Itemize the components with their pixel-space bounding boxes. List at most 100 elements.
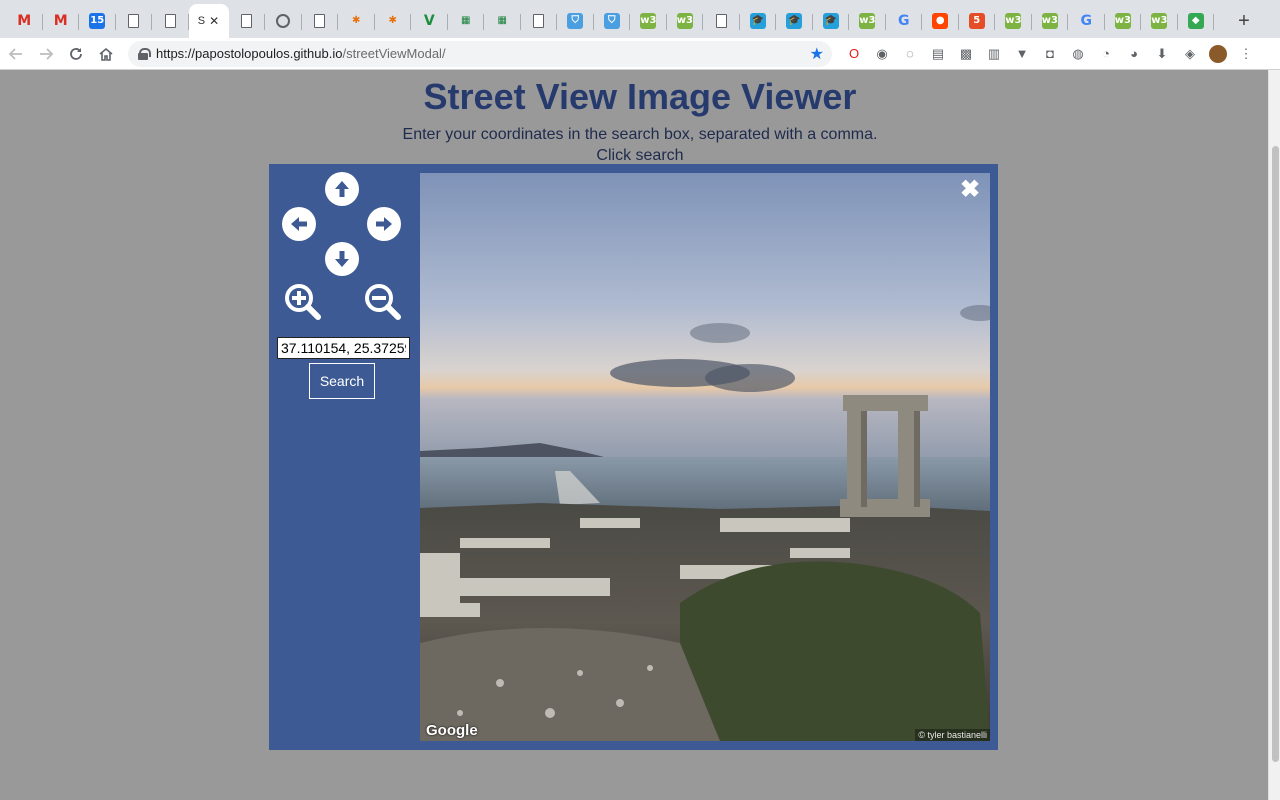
zoom-out-button[interactable]: [363, 282, 403, 322]
browser-tab[interactable]: M: [43, 4, 80, 38]
page-title: Street View Image Viewer: [423, 76, 857, 117]
graduation-icon: 🎓: [749, 13, 766, 29]
close-icon[interactable]: ✖: [958, 178, 982, 203]
home-button[interactable]: [92, 40, 120, 68]
street-view-modal: Search: [269, 164, 998, 750]
arrow-left-icon: [291, 217, 307, 231]
browser-tab[interactable]: 🎓: [776, 4, 813, 38]
move-down-button[interactable]: [325, 242, 359, 276]
browser-tab[interactable]: [703, 4, 740, 38]
profile-avatar[interactable]: [1204, 40, 1232, 68]
coordinates-input[interactable]: [277, 337, 410, 359]
browser-tab[interactable]: w3: [667, 4, 704, 38]
browser-tab[interactable]: ▦: [484, 4, 521, 38]
arrow-up-icon: [335, 181, 349, 197]
browser-tab[interactable]: [152, 4, 189, 38]
browser-tab[interactable]: 🎓: [740, 4, 777, 38]
browser-tab[interactable]: [302, 4, 339, 38]
street-view-image[interactable]: ✖ Google © tyler bastianelli: [420, 173, 990, 741]
browser-tab[interactable]: w3: [1032, 4, 1069, 38]
extension-icon[interactable]: ▩: [952, 40, 980, 68]
move-up-button[interactable]: [325, 172, 359, 206]
back-button[interactable]: [2, 40, 30, 68]
browser-tab[interactable]: w3: [630, 4, 667, 38]
browser-tab[interactable]: ●: [922, 4, 959, 38]
browser-tab[interactable]: ◆: [1178, 4, 1215, 38]
reload-button[interactable]: [62, 40, 90, 68]
gmail-icon: M: [17, 13, 32, 29]
extensions-area: O ◉ ◌ ▤ ▩ ▥ ▼ ◘ ◍ ◔ ◕ ⬇ ◈: [840, 40, 1204, 68]
photo-credit: © tyler bastianelli: [915, 729, 990, 741]
extension-icon[interactable]: ▥: [980, 40, 1008, 68]
extension-icon[interactable]: ◍: [1064, 40, 1092, 68]
active-tab[interactable]: S ✕: [188, 4, 229, 38]
street-view-panorama: [420, 173, 990, 741]
document-icon: [314, 14, 326, 28]
forward-button[interactable]: [32, 40, 60, 68]
arrow-down-icon: [335, 251, 349, 267]
browser-tab[interactable]: ▦: [448, 4, 485, 38]
browser-tab-strip: M M 15 S ✕ ✱ ✱ V ▦ ▦ ⛉ ⛉ w3 w3 🎓 🎓 🎓 w3 G ● 5 w3 w3 Gw3 w3 ◆ +: [0, 0, 1280, 38]
browser-tab[interactable]: ⛉: [557, 4, 594, 38]
browser-tab[interactable]: G: [1068, 4, 1105, 38]
lock-icon: [138, 47, 151, 60]
bookmark-star-icon[interactable]: ★: [810, 44, 824, 64]
asterisk-icon: ✱: [352, 15, 361, 26]
browser-tab[interactable]: V: [411, 4, 448, 38]
browser-tab[interactable]: w3: [1105, 4, 1142, 38]
search-button[interactable]: Search: [309, 363, 375, 399]
extension-icon[interactable]: ◈: [1176, 40, 1204, 68]
extension-icon[interactable]: ◔: [1092, 40, 1120, 68]
aperture-icon: [276, 14, 291, 28]
sheets-icon: ▦: [497, 15, 507, 26]
move-right-button[interactable]: [367, 207, 401, 241]
new-tab-button[interactable]: +: [1226, 4, 1262, 38]
browser-tab[interactable]: 🎓: [813, 4, 850, 38]
browser-tab[interactable]: w3: [1141, 4, 1178, 38]
v-icon: V: [423, 13, 435, 29]
browser-tab[interactable]: G: [886, 4, 923, 38]
scrollbar-thumb[interactable]: [1272, 146, 1279, 762]
asterisk-icon: ✱: [388, 15, 397, 26]
menu-icon[interactable]: ⋮: [1232, 40, 1260, 68]
extension-icon[interactable]: ▤: [924, 40, 952, 68]
browser-tab[interactable]: [265, 4, 302, 38]
extension-icon[interactable]: ◕: [1120, 40, 1148, 68]
browser-tab[interactable]: ⛉: [594, 4, 631, 38]
tab-close-icon[interactable]: ✕: [209, 14, 219, 28]
address-bar[interactable]: https://papostolopoulos.github.io/street…: [128, 40, 832, 67]
w3-icon: w3: [859, 13, 875, 29]
extension-icon[interactable]: ◉: [868, 40, 896, 68]
move-left-button[interactable]: [282, 207, 316, 241]
w3-icon: w3: [1041, 13, 1058, 29]
extension-icon[interactable]: ⬇: [1148, 40, 1176, 68]
browser-tab[interactable]: 15: [79, 4, 116, 38]
zoom-in-icon: [285, 284, 321, 320]
calendar-icon: 15: [89, 13, 106, 29]
extension-icon[interactable]: ◌: [896, 40, 924, 68]
browser-tab[interactable]: [116, 4, 153, 38]
browser-tab[interactable]: ✱: [338, 4, 375, 38]
browser-tab[interactable]: w3: [995, 4, 1032, 38]
extension-icon[interactable]: ▼: [1008, 40, 1036, 68]
shield-icon: ⛉: [603, 13, 620, 29]
browser-tab[interactable]: [521, 4, 558, 38]
page-scrollbar[interactable]: [1268, 70, 1280, 800]
home-icon: [99, 47, 113, 61]
document-icon: [164, 14, 176, 28]
w3-icon: w3: [1114, 13, 1131, 29]
html5-icon: 5: [968, 13, 985, 29]
extension-icon[interactable]: ◘: [1036, 40, 1064, 68]
zoom-in-button[interactable]: [283, 282, 323, 322]
back-arrow-icon: [8, 47, 22, 60]
browser-tab[interactable]: M: [6, 4, 43, 38]
active-tab-title: S: [197, 15, 206, 27]
extension-icon[interactable]: O: [840, 40, 868, 68]
document-icon: [715, 14, 727, 28]
browser-tab[interactable]: [229, 4, 266, 38]
browser-tab[interactable]: ✱: [375, 4, 412, 38]
browser-tab[interactable]: 5: [959, 4, 996, 38]
url-host: https://papostolopoulos.github.io: [156, 46, 343, 61]
maps-icon: ◆: [1187, 13, 1204, 29]
browser-tab[interactable]: w3: [849, 4, 886, 38]
